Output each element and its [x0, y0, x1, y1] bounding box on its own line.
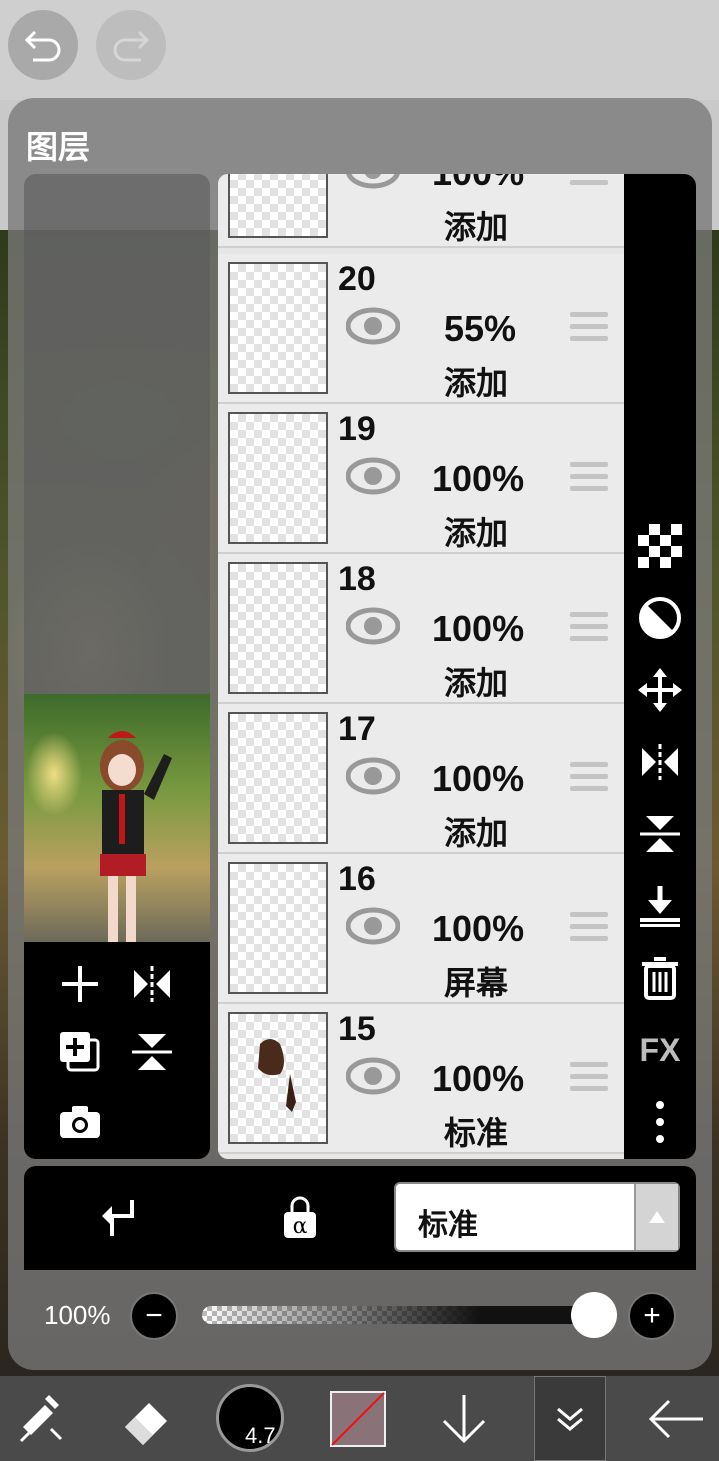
layer-number: 15	[338, 1010, 376, 1048]
opacity-slider-knob[interactable]	[571, 1292, 617, 1338]
layer-thumbnail	[228, 262, 328, 394]
blend-mode-value: 标准	[418, 1209, 478, 1242]
drag-handle-icon[interactable]	[570, 462, 608, 498]
undo-icon	[24, 30, 61, 62]
layer-blend-mode: 添加	[444, 365, 509, 401]
alpha-lock-icon[interactable]: α	[276, 1194, 324, 1242]
trash-icon[interactable]	[636, 954, 684, 1002]
layer-number: 20	[338, 260, 376, 298]
drag-handle-icon[interactable]	[570, 762, 608, 798]
eye-icon[interactable]	[346, 174, 400, 190]
canvas-thumbnail[interactable]	[24, 694, 210, 942]
drag-handle-icon[interactable]	[570, 1062, 608, 1098]
merge-down-icon[interactable]	[636, 882, 684, 930]
panel-title: 图层	[26, 129, 91, 165]
layer-opacity: 100%	[432, 458, 525, 499]
layer-number: 16	[338, 860, 376, 898]
opacity-control: 100% − +	[24, 1272, 696, 1356]
fx-icon[interactable]: FX	[636, 1026, 684, 1074]
back-arrow-icon[interactable]	[640, 1376, 710, 1461]
layer-blend-mode: 添加	[444, 665, 509, 701]
drag-handle-icon[interactable]	[570, 612, 608, 648]
undo-button[interactable]	[8, 10, 78, 80]
eye-icon[interactable]	[346, 1056, 400, 1096]
svg-text:α: α	[293, 1214, 308, 1239]
eraser-icon[interactable]	[112, 1376, 182, 1461]
camera-icon[interactable]	[56, 1098, 104, 1146]
preview-tools	[24, 942, 210, 1159]
side-toolbar: FX	[624, 174, 696, 1159]
layer-blend-mode: 标准	[444, 1115, 509, 1151]
brush-size-value: 4.7	[245, 1423, 276, 1448]
layer-thumbnail	[228, 1012, 328, 1144]
layer-row[interactable]: 18 100% 添加	[218, 554, 624, 704]
bottom-toolbar: 4.7	[0, 1376, 719, 1461]
double-chevron-down-icon	[557, 1407, 583, 1431]
drag-handle-icon[interactable]	[570, 912, 608, 948]
layer-list: 100% 添加 20 55% 添加 19 100% 添加 18 100% 添加 …	[218, 174, 624, 1159]
character-illustration	[100, 731, 172, 942]
arrow-down-icon[interactable]	[436, 1376, 492, 1461]
flip-horizontal-icon[interactable]	[128, 960, 176, 1008]
layer-thumbnail	[228, 412, 328, 544]
eye-icon[interactable]	[346, 606, 400, 646]
clip-icon[interactable]	[94, 1194, 142, 1242]
canvas-preview	[24, 174, 210, 1159]
opacity-decrease-button[interactable]: −	[130, 1292, 178, 1340]
layer-row[interactable]: 17 100% 添加	[218, 704, 624, 854]
drag-handle-icon[interactable]	[570, 174, 608, 192]
layer-row[interactable]: 19 100% 添加	[218, 404, 624, 554]
layer-thumbnail	[228, 712, 328, 844]
layer-thumbnail	[228, 174, 328, 238]
layer-blend-mode: 添加	[444, 815, 509, 851]
layer-opacity: 55%	[444, 308, 517, 349]
flip-vertical-icon[interactable]	[636, 810, 684, 858]
checker-icon[interactable]	[636, 522, 684, 570]
duplicate-layer-icon[interactable]	[56, 1028, 104, 1076]
layer-content-preview	[258, 1039, 296, 1112]
opacity-label: 100%	[44, 1300, 111, 1330]
transform-tool-icon[interactable]	[10, 1376, 76, 1461]
top-bar	[0, 0, 719, 100]
layer-thumbnail	[228, 862, 328, 994]
more-icon[interactable]	[636, 1098, 684, 1146]
layer-number: 17	[338, 710, 376, 748]
layer-row[interactable]: 16 100% 屏幕	[218, 854, 624, 1004]
layer-opacity: 100%	[432, 758, 525, 799]
contrast-icon[interactable]	[636, 594, 684, 642]
eye-icon[interactable]	[346, 456, 400, 496]
blend-mode-select[interactable]: 标准	[394, 1182, 680, 1252]
layer-blend-mode: 添加	[444, 209, 509, 245]
opacity-fill	[202, 1306, 600, 1324]
layer-number: 18	[338, 560, 376, 598]
add-layer-icon[interactable]	[56, 960, 104, 1008]
move-icon[interactable]	[636, 666, 684, 714]
layer-thumbnail	[228, 562, 328, 694]
eye-icon[interactable]	[346, 756, 400, 796]
chevron-up-icon[interactable]	[634, 1184, 678, 1250]
color-swatch[interactable]	[330, 1376, 386, 1461]
layer-opacity: 100%	[432, 608, 525, 649]
eye-icon[interactable]	[346, 306, 400, 346]
brush-size-button[interactable]: 4.7	[216, 1384, 284, 1452]
layer-row[interactable]: 20 55% 添加	[218, 254, 624, 404]
flip-vertical-icon[interactable]	[128, 1028, 176, 1076]
redo-icon	[113, 30, 150, 62]
layer-opacity: 100%	[432, 1058, 525, 1099]
layer-row[interactable]: 100% 添加	[218, 174, 624, 248]
layer-blend-mode: 屏幕	[444, 965, 509, 1001]
layer-blend-mode: 添加	[444, 515, 509, 551]
flip-horizontal-icon[interactable]	[636, 738, 684, 786]
blend-mode-bar: α 标准	[24, 1166, 696, 1270]
layer-number: 19	[338, 410, 376, 448]
eye-icon[interactable]	[346, 906, 400, 946]
opacity-slider[interactable]	[202, 1292, 617, 1338]
collapse-button[interactable]	[534, 1376, 606, 1461]
layer-row[interactable]: 15 100% 标准	[218, 1004, 624, 1154]
redo-button[interactable]	[96, 10, 166, 80]
layer-opacity: 100%	[432, 908, 525, 949]
drag-handle-icon[interactable]	[570, 312, 608, 348]
layer-opacity: 100%	[432, 174, 524, 194]
opacity-increase-button[interactable]: +	[628, 1292, 676, 1340]
